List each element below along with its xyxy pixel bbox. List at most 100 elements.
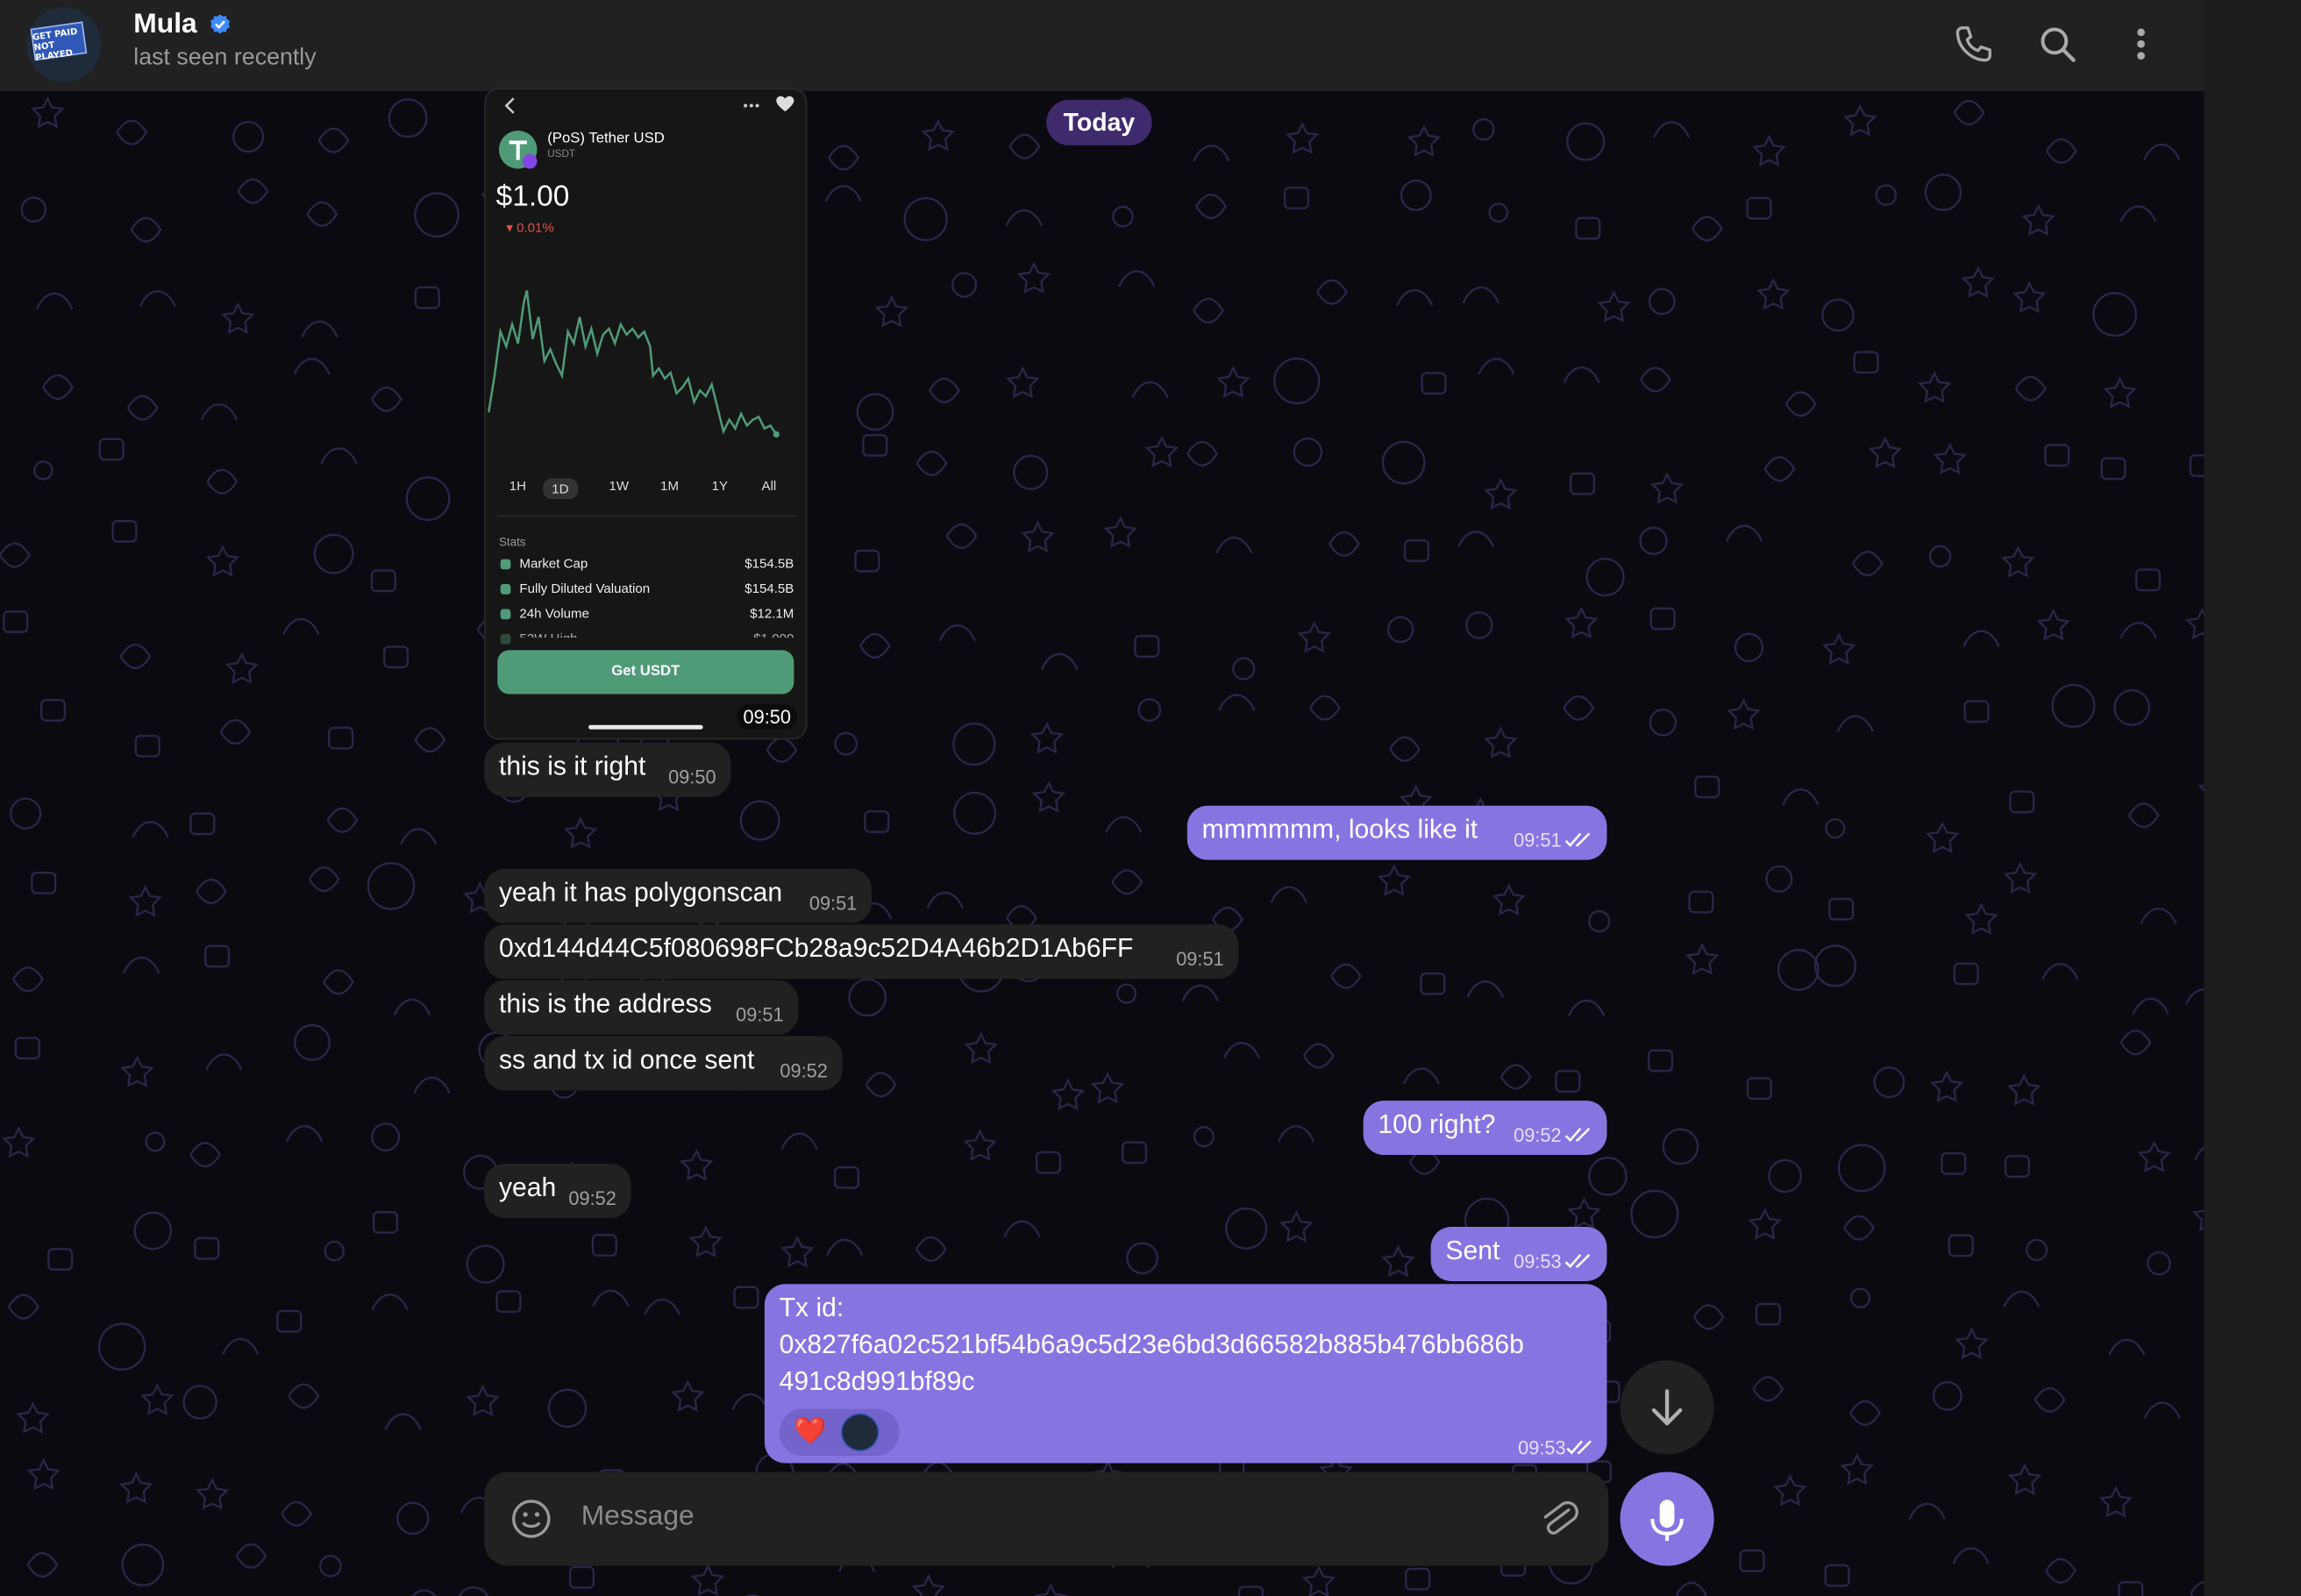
outgoing-message[interactable]: Tx id: 0x827f6a02c521bf54b6a9c5d23e6bd3d6…: [764, 1284, 1607, 1464]
incoming-message[interactable]: this is it right 09:50: [484, 742, 731, 797]
doodle-shape: [1964, 902, 1998, 935]
doodle-shape: [1126, 1242, 1158, 1275]
outgoing-message[interactable]: Sent 09:53: [1430, 1227, 1607, 1281]
doodle-shape: [1462, 286, 1500, 303]
doodle-shape: [111, 519, 138, 543]
doodle-shape: [1875, 184, 1898, 206]
doodle-shape: [2004, 1155, 2030, 1178]
doodle-shape: [1225, 1207, 1268, 1250]
message-text: 0xd144d44C5f080698FCb28a9c52D4A46b2D1Ab6…: [498, 933, 1134, 963]
doodle-shape: [731, 1393, 769, 1411]
doodle-shape: [1652, 121, 1691, 139]
doodle-shape: [1662, 1128, 1699, 1165]
doodle-shape: [2003, 1291, 2041, 1308]
read-receipt-icon: [1564, 832, 1591, 847]
message-text: 491c8d991bf89c: [779, 1366, 975, 1396]
doodle-shape: [1005, 209, 1043, 226]
doodle-shape: [1405, 1567, 1431, 1591]
message-input[interactable]: Message: [581, 1501, 695, 1534]
doodle-shape: [1585, 557, 1625, 597]
doodle-shape: [2132, 998, 2169, 1015]
voice-record-button[interactable]: [1620, 1471, 1714, 1566]
doodle-shape: [116, 119, 148, 146]
doodle-shape: [98, 438, 125, 461]
message-time: 09:53: [1514, 1250, 1562, 1272]
doodle-shape: [1420, 972, 1446, 995]
doodle-shape: [2001, 545, 2035, 578]
doodle-shape: [414, 192, 459, 238]
doodle-shape: [1647, 1049, 1673, 1072]
doodle-shape: [1639, 526, 1668, 555]
doodle-shape: [2034, 1386, 2066, 1413]
doodle-shape: [1144, 435, 1179, 467]
reaction-chip[interactable]: ❤️: [779, 1408, 900, 1457]
doodle-shape: [123, 957, 160, 974]
doodle-shape: [1472, 118, 1495, 141]
doodle-shape: [2003, 861, 2038, 894]
avatar[interactable]: GET PAID NOT PLAYED: [26, 7, 102, 82]
doodle-shape: [1386, 616, 1414, 644]
doodle-shape: [1843, 103, 1877, 137]
doodle-shape: [945, 523, 978, 549]
doodle-shape: [466, 1384, 500, 1417]
doodle-shape: [568, 1565, 595, 1589]
scroll-to-bottom-button[interactable]: [1620, 1360, 1714, 1455]
emoji-icon[interactable]: [508, 1495, 555, 1543]
doodle-shape: [2, 1125, 36, 1158]
doodle-shape: [1396, 289, 1434, 306]
doodle-shape: [1006, 366, 1040, 398]
doodle-shape: [1031, 780, 1066, 813]
doodle-shape: [1739, 1550, 1765, 1572]
stat-value: $154.5B: [744, 581, 794, 596]
search-icon[interactable]: [2035, 22, 2079, 66]
price-line: [488, 290, 778, 436]
doodle-shape: [1237, 1585, 1264, 1596]
stat-icon: [500, 584, 511, 595]
incoming-message[interactable]: 0xd144d44C5f080698FCb28a9c52D4A46b2D1Ab6…: [484, 924, 1239, 980]
doodle-shape: [126, 395, 159, 421]
doodle-shape: [200, 403, 238, 421]
doodle-shape: [780, 1132, 818, 1150]
incoming-message[interactable]: this is the address 09:51: [484, 980, 799, 1035]
doodle-shape: [1932, 1380, 1963, 1411]
doodle-shape: [16, 1401, 50, 1434]
doodle-shape: [326, 807, 359, 833]
doodle-shape: [1041, 652, 1079, 670]
message-time: 09:51: [736, 1003, 784, 1026]
doodle-shape: [644, 1299, 681, 1316]
doodle-shape: [2119, 1030, 2152, 1056]
back-arrow-icon: [504, 97, 515, 114]
doodle-shape: [10, 797, 42, 830]
doodle-shape: [1587, 909, 1611, 933]
doodle-shape: [1941, 1151, 1967, 1175]
outgoing-message[interactable]: mmmmmm, looks like it 09:51: [1186, 805, 1607, 860]
phone-icon[interactable]: [1952, 22, 1996, 66]
message-text: 100 right?: [1378, 1109, 1496, 1139]
screenshot-image-message[interactable]: (PoS) Tether USD USDT $1.00 ▾ 0.01% 1H 1D…: [484, 88, 808, 740]
doodle-shape: [1389, 736, 1421, 762]
incoming-message[interactable]: ss and tx id once sent 09:52: [484, 1036, 843, 1091]
chat-title[interactable]: Mula: [133, 9, 196, 41]
doodle-shape: [1746, 1077, 1772, 1101]
doodle-shape: [1478, 358, 1515, 375]
read-receipt-icon: [1566, 1440, 1592, 1455]
doodle-shape: [1131, 381, 1169, 398]
doodle-shape: [320, 447, 358, 465]
doodle-shape: [0, 542, 31, 568]
doodle-shape: [1648, 288, 1676, 316]
doodle-shape: [671, 1379, 705, 1412]
incoming-message[interactable]: yeah it has polygonscan 09:51: [484, 868, 873, 923]
more-menu-icon[interactable]: [2119, 22, 2162, 66]
attach-icon[interactable]: [1535, 1495, 1582, 1543]
outgoing-message[interactable]: 100 right? 09:52: [1363, 1101, 1607, 1156]
stat-value: $154.5B: [744, 556, 794, 571]
incoming-message[interactable]: yeah 09:52: [484, 1164, 631, 1218]
doodle-shape: [1727, 697, 1761, 730]
doodle-shape: [862, 433, 888, 457]
doodle-shape: [858, 632, 891, 659]
doodle-shape: [294, 1023, 331, 1061]
doodle-shape: [848, 978, 887, 1017]
doodle-shape: [413, 1076, 451, 1094]
doodle-shape: [370, 386, 402, 412]
get-usdt-button: Get USDT: [497, 650, 794, 695]
